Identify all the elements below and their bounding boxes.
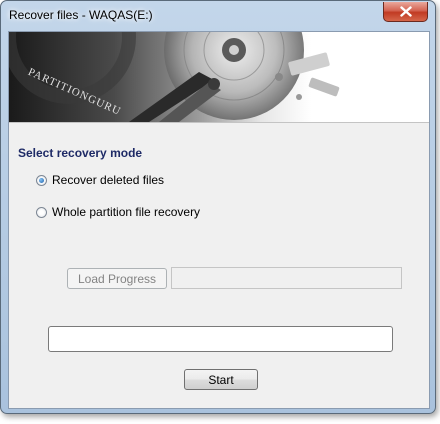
radio-label-whole-partition: Whole partition file recovery — [52, 205, 201, 219]
dialog-client-area: PARTITIONGURU Select recovery mode Recov… — [8, 31, 430, 409]
radio-button-unselected[interactable] — [36, 206, 47, 218]
section-title: Select recovery mode — [18, 146, 143, 160]
start-button[interactable]: Start — [184, 369, 258, 390]
close-icon — [399, 6, 412, 17]
window-title: Recover files - WAQAS(E:) — [9, 8, 153, 22]
radio-label-recover-deleted: Recover deleted files — [52, 173, 165, 187]
radio-whole-partition-recovery[interactable]: Whole partition file recovery — [36, 205, 200, 219]
radio-button-selected[interactable] — [36, 174, 47, 186]
recover-files-window: Recover files - WAQAS(E:) PARTITIONGURU … — [0, 0, 436, 414]
hard-disk-image — [9, 32, 340, 122]
load-progress-button[interactable]: Load Progress — [67, 268, 167, 289]
title-bar[interactable]: Recover files - WAQAS(E:) — [1, 1, 435, 31]
close-button[interactable] — [383, 2, 428, 22]
radio-dot — [39, 177, 44, 183]
load-progress-path-field[interactable] — [171, 267, 402, 289]
radio-recover-deleted-files[interactable]: Recover deleted files — [36, 173, 164, 187]
partitionguru-banner: PARTITIONGURU — [9, 32, 429, 123]
progress-field — [48, 326, 393, 352]
